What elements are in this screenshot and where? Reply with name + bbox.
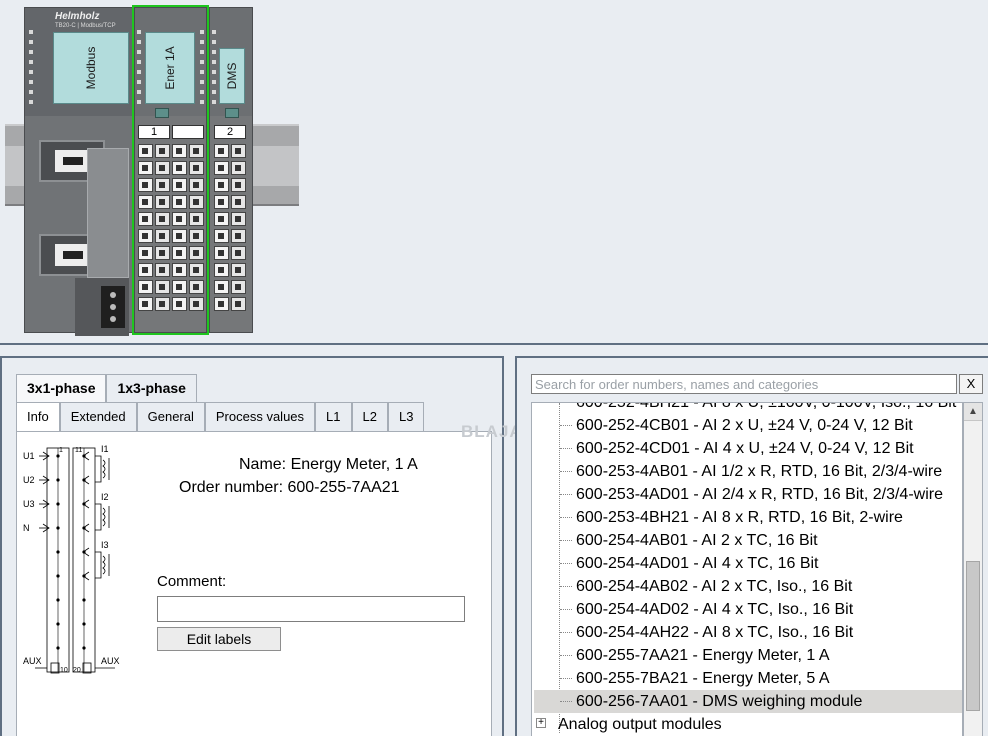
tab-1x3-phase[interactable]: 1x3-phase	[106, 374, 197, 402]
tab-general[interactable]: General	[136, 402, 205, 431]
schematic-label-u2: U2	[23, 475, 35, 485]
brand-logo: Helmholz	[55, 11, 100, 22]
schematic-label-aux-left: AUX	[23, 656, 42, 666]
catalog-panel: X 600-252-4BH21 - AI 8 x U, ±100V, 0-100…	[515, 356, 988, 736]
schematic-label-u1: U1	[23, 451, 35, 461]
tree-item-600-254-4ad01[interactable]: 600-254-4AD01 - AI 4 x TC, 16 Bit	[576, 552, 819, 575]
bus-coupler-module[interactable]: Helmholz TB20-C | Modbus/TCP Modbus	[24, 7, 134, 336]
module-label-window: Modbus	[53, 32, 129, 104]
expand-icon[interactable]: +	[536, 718, 546, 728]
module-latch	[225, 108, 239, 118]
tree-item-600-254-4ab02[interactable]: 600-254-4AB02 - AI 2 x TC, Iso., 16 Bit	[576, 575, 852, 598]
module-label-ener1a: Ener 1A	[163, 46, 177, 90]
tab-l1[interactable]: L1	[315, 402, 352, 431]
property-tabs: Info Extended General Process values L1 …	[16, 402, 425, 431]
slot-number-2: 2	[214, 125, 246, 139]
catalog-search-input[interactable]	[531, 374, 957, 394]
phase-tabs: 3x1-phase 1x3-phase	[16, 374, 197, 402]
tab-l2[interactable]: L2	[351, 402, 388, 431]
info-content: U1 U2 U3 N I1 I2 I3 AUX AUX 1 11 10 20 N…	[16, 431, 492, 736]
module-name-text: Name: Energy Meter, 1 A	[239, 456, 418, 473]
module-label-window: Ener 1A	[145, 32, 195, 104]
led-column	[212, 30, 216, 110]
tab-info[interactable]: Info	[16, 402, 60, 431]
tab-3x1-phase[interactable]: 3x1-phase	[16, 374, 107, 402]
module-label-window: DMS	[219, 48, 245, 104]
module-label-modbus: Modbus	[84, 46, 98, 90]
module-label-dms: DMS	[225, 62, 239, 90]
led-column	[29, 30, 33, 110]
schematic-pin-20: 20	[73, 667, 81, 674]
memory-slot	[87, 148, 129, 278]
tree-item-600-256-7aa01[interactable]: 600-256-7AA01 - DMS weighing module	[534, 690, 962, 713]
tab-extended[interactable]: Extended	[59, 402, 137, 431]
tree-item-600-254-4ah22[interactable]: 600-254-4AH22 - AI 8 x TC, Iso., 16 Bit	[576, 621, 853, 644]
tree-item-600-252-4cd01[interactable]: 600-252-4CD01 - AI 4 x U, ±24 V, 0-24 V,…	[576, 437, 914, 460]
edit-labels-button[interactable]: Edit labels	[157, 627, 281, 651]
tree-item-600-254-4ab01[interactable]: 600-254-4AB01 - AI 2 x TC, 16 Bit	[576, 529, 818, 552]
comment-label: Comment:	[157, 573, 227, 590]
comment-input[interactable]	[157, 596, 465, 622]
app-window: Helmholz TB20-C | Modbus/TCP Modbus Ener…	[0, 0, 988, 736]
slot-number-blank	[172, 125, 204, 139]
schematic-label-i2: I2	[101, 492, 109, 502]
brand-subtitle: TB20-C | Modbus/TCP	[55, 23, 116, 29]
clear-search-button[interactable]: X	[959, 374, 983, 394]
slot-number-1: 1	[138, 125, 170, 139]
schematic-pin-10: 10	[60, 667, 68, 674]
tree-item-600-252-4bh21[interactable]: 600-252-4BH21 - AI 8 x U, ±100V, 0-100V,…	[576, 403, 956, 414]
schematic-label-i3: I3	[101, 540, 109, 550]
terminal-block	[214, 144, 248, 314]
power-connector	[75, 278, 129, 336]
schematic-label-n: N	[23, 523, 30, 533]
tree-item-600-253-4ad01[interactable]: 600-253-4AD01 - AI 2/4 x R, RTD, 16 Bit,…	[576, 483, 943, 506]
catalog-scrollbar[interactable]: ▲	[963, 402, 983, 736]
scroll-up-arrow-icon[interactable]: ▲	[964, 403, 982, 421]
schematic-pin-11: 11	[75, 447, 82, 454]
tree-item-600-255-7ba21[interactable]: 600-255-7BA21 - Energy Meter, 5 A	[576, 667, 829, 690]
schematic-label-aux-right: AUX	[101, 656, 120, 666]
catalog-tree: 600-252-4BH21 - AI 8 x U, ±100V, 0-100V,…	[531, 402, 963, 736]
module-properties-panel: 3x1-phase 1x3-phase Info Extended Genera…	[0, 356, 504, 736]
module-latch	[155, 108, 169, 118]
tree-item-600-252-4cb01[interactable]: 600-252-4CB01 - AI 2 x U, ±24 V, 0-24 V,…	[576, 414, 913, 437]
hardware-canvas[interactable]: Helmholz TB20-C | Modbus/TCP Modbus Ener…	[0, 0, 988, 345]
scrollbar-thumb[interactable]	[966, 561, 980, 711]
tree-item-600-254-4ad02[interactable]: 600-254-4AD02 - AI 4 x TC, Iso., 16 Bit	[576, 598, 853, 621]
tab-l3[interactable]: L3	[387, 402, 425, 431]
tab-process-values[interactable]: Process values	[204, 402, 316, 431]
tree-group-analog-output-modules[interactable]: Analog output modules	[558, 713, 722, 736]
schematic-label-u3: U3	[23, 499, 35, 509]
led-column	[200, 30, 204, 110]
order-number-text: Order number: 600-255-7AA21	[179, 479, 400, 496]
schematic-pin-1: 1	[59, 447, 63, 454]
wiring-schematic: U1 U2 U3 N I1 I2 I3 AUX AUX 1 11 10 20	[23, 444, 120, 674]
energy-meter-module[interactable]: Ener 1A 1	[132, 5, 209, 335]
tree-item-600-255-7aa21[interactable]: 600-255-7AA21 - Energy Meter, 1 A	[576, 644, 829, 667]
tree-item-600-253-4bh21[interactable]: 600-253-4BH21 - AI 8 x R, RTD, 16 Bit, 2…	[576, 506, 903, 529]
schematic-label-i1: I1	[101, 444, 109, 454]
led-column	[137, 30, 141, 110]
tree-item-600-253-4ab01[interactable]: 600-253-4AB01 - AI 1/2 x R, RTD, 16 Bit,…	[576, 460, 942, 483]
terminal-block	[138, 144, 206, 314]
tree-connector	[559, 403, 560, 733]
dms-module[interactable]: DMS 2	[209, 7, 253, 333]
